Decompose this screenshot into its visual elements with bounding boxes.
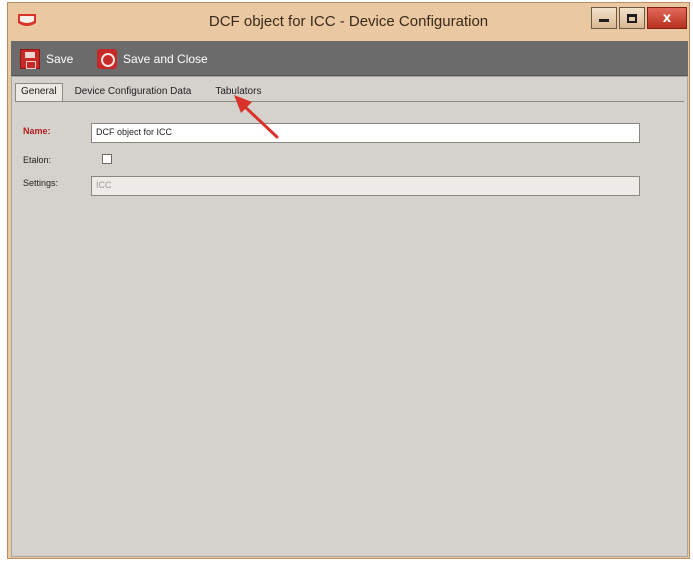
tab-device-configuration-data[interactable]: Device Configuration Data bbox=[63, 83, 204, 101]
settings-field[interactable]: ICC bbox=[91, 176, 640, 196]
save-and-close-button[interactable]: Save and Close bbox=[97, 48, 208, 70]
settings-label: Settings: bbox=[23, 178, 59, 188]
title-bar[interactable]: DCF object for ICC - Device Configuratio… bbox=[8, 3, 689, 41]
name-label: Name: bbox=[23, 126, 51, 136]
window-title: DCF object for ICC - Device Configuratio… bbox=[208, 13, 489, 30]
name-field[interactable]: DCF object for ICC bbox=[91, 123, 640, 143]
save-close-icon bbox=[97, 49, 117, 69]
maximize-icon bbox=[627, 13, 637, 23]
toolbar: Save Save and Close bbox=[11, 41, 688, 76]
save-and-close-label: Save and Close bbox=[123, 52, 208, 66]
device-configuration-window: DCF object for ICC - Device Configuratio… bbox=[7, 2, 690, 559]
tab-tabulators[interactable]: Tabulators bbox=[203, 83, 273, 101]
content-panel: General Device Configuration Data Tabula… bbox=[11, 76, 688, 557]
etalon-label: Etalon: bbox=[23, 155, 52, 165]
maximize-button[interactable] bbox=[619, 7, 645, 29]
minimize-icon bbox=[599, 18, 609, 22]
save-button[interactable]: Save bbox=[20, 48, 73, 70]
minimize-button[interactable] bbox=[591, 7, 617, 29]
save-button-label: Save bbox=[46, 52, 74, 66]
etalon-checkbox[interactable] bbox=[102, 154, 112, 164]
tab-general[interactable]: General bbox=[15, 83, 63, 102]
tab-divider bbox=[15, 101, 684, 102]
close-icon: x bbox=[662, 10, 672, 26]
tab-strip: General Device Configuration Data Tabula… bbox=[15, 83, 273, 103]
save-icon bbox=[20, 49, 40, 69]
close-button[interactable]: x bbox=[647, 7, 687, 29]
